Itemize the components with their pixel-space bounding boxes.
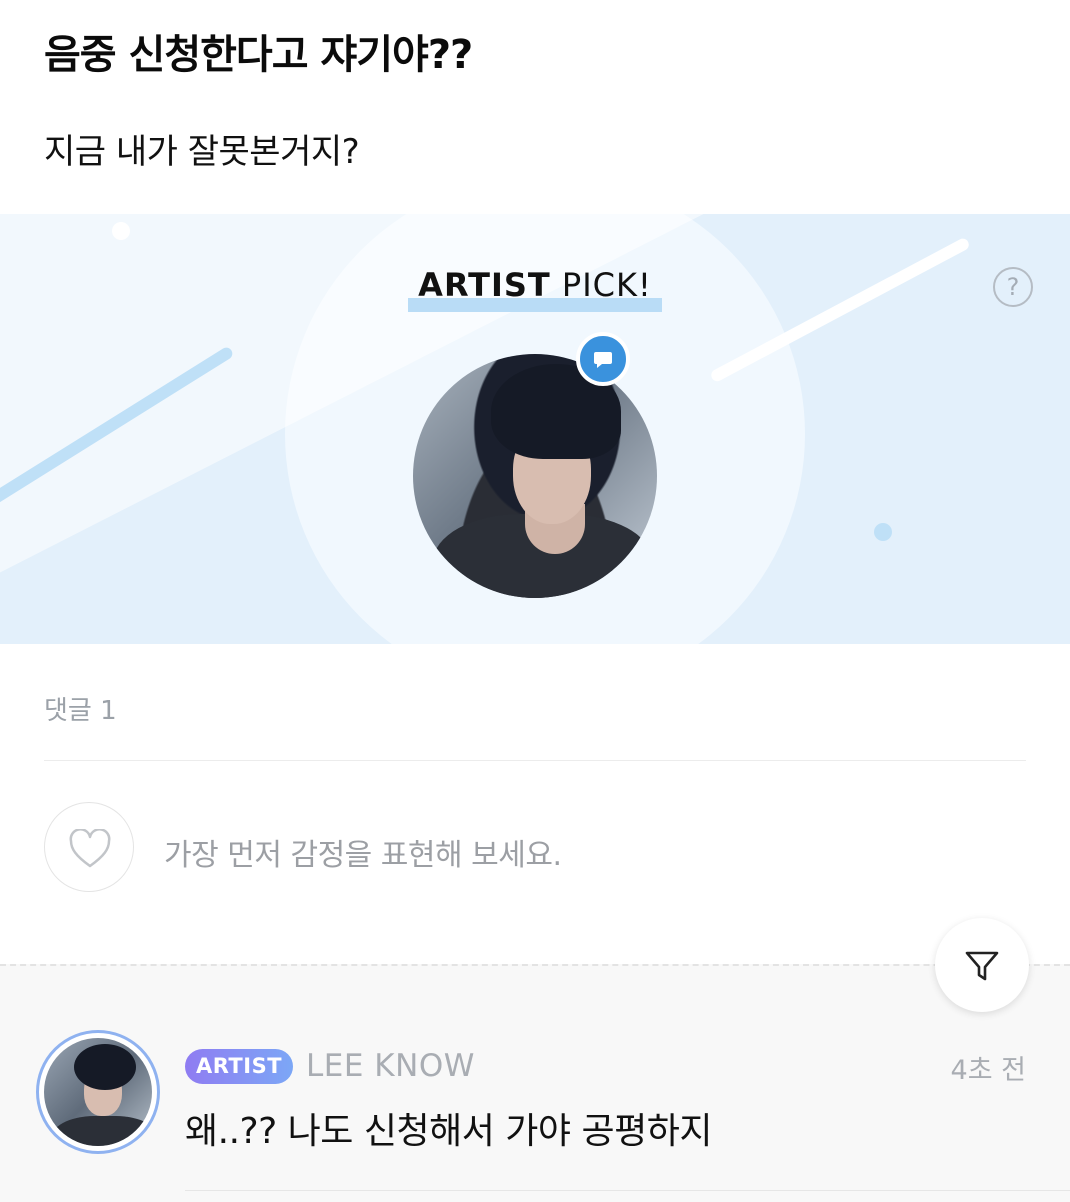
banner-decoration-dot: [112, 222, 130, 240]
avatar-figure: [50, 1116, 152, 1146]
comment-time: 4초 전: [950, 1055, 1026, 1086]
post-title: 음중 신청한다고 쟈기야??: [44, 32, 473, 78]
chat-bubble-icon[interactable]: [576, 332, 630, 386]
artist-pick-title-bold: ARTIST: [418, 266, 551, 304]
artist-pick-avatar[interactable]: [413, 354, 657, 598]
artist-pick-title: ARTIST PICK!: [408, 266, 662, 312]
avatar-figure: [74, 1044, 136, 1090]
filter-icon: [965, 951, 999, 981]
artist-pick-banner: ARTIST PICK! ?: [0, 214, 1070, 644]
reaction-button[interactable]: [44, 802, 134, 892]
comment-author[interactable]: LEE KNOW: [306, 1048, 475, 1084]
comments-list: [0, 964, 1070, 1202]
artist-badge: ARTIST: [185, 1049, 293, 1084]
heart-icon: [69, 829, 111, 868]
comment-avatar[interactable]: [36, 1030, 160, 1154]
banner-decoration-dot: [874, 523, 892, 541]
artist-pick-title-rest: PICK!: [550, 266, 652, 304]
comment-count: 댓글 1: [44, 696, 117, 726]
comment-text: 왜..?? 나도 신청해서 가야 공평하지: [185, 1111, 712, 1152]
divider: [185, 1190, 1070, 1191]
post-body: 지금 내가 잘못본거지?: [44, 132, 360, 172]
help-icon[interactable]: ?: [993, 267, 1033, 307]
filter-button[interactable]: [935, 918, 1029, 1012]
reaction-prompt[interactable]: 가장 먼저 감정을 표현해 보세요.: [164, 830, 562, 874]
divider: [44, 760, 1026, 761]
